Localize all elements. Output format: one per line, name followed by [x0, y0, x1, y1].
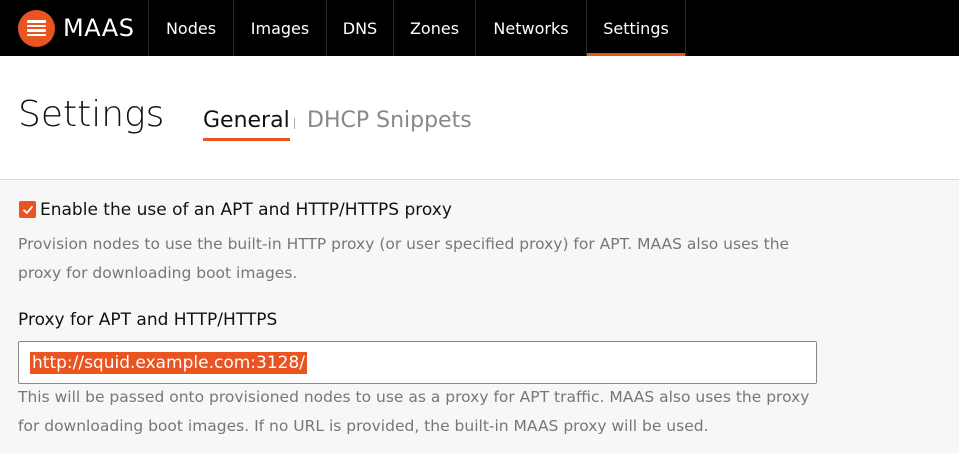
- tab-dhcp-snippets[interactable]: DHCP Snippets: [307, 108, 472, 133]
- brand-link[interactable]: MAAS: [0, 0, 149, 56]
- page-header: Settings General DHCP Snippets: [0, 56, 959, 180]
- page-title: Settings: [18, 94, 165, 135]
- proxy-url-input[interactable]: http://squid.example.com:3128/: [18, 341, 817, 384]
- proxy-url-label: Proxy for APT and HTTP/HTTPS: [18, 310, 278, 330]
- tab-general[interactable]: General: [203, 108, 290, 141]
- maas-logo-icon: [18, 9, 55, 47]
- nav-item-zones[interactable]: Zones: [394, 0, 476, 56]
- brand-name: MAAS: [63, 14, 135, 42]
- nav-item-images[interactable]: Images: [234, 0, 327, 56]
- proxy-url-value: http://squid.example.com:3128/: [30, 351, 308, 374]
- enable-proxy-checkbox[interactable]: [19, 201, 36, 218]
- nav-item-networks[interactable]: Networks: [476, 0, 587, 56]
- checkmark-icon: [22, 205, 33, 214]
- enable-proxy-label[interactable]: Enable the use of an APT and HTTP/HTTPS …: [40, 200, 452, 220]
- top-nav: MAAS Nodes Images DNS Zones Networks Set…: [0, 0, 959, 56]
- nav-item-nodes[interactable]: Nodes: [149, 0, 234, 56]
- nav-item-dns[interactable]: DNS: [327, 0, 394, 56]
- nav-item-settings[interactable]: Settings: [587, 0, 686, 56]
- enable-proxy-help: Provision nodes to use the built-in HTTP…: [18, 235, 790, 282]
- tab-divider: [294, 118, 295, 129]
- proxy-url-help: This will be passed onto provisioned nod…: [18, 388, 810, 435]
